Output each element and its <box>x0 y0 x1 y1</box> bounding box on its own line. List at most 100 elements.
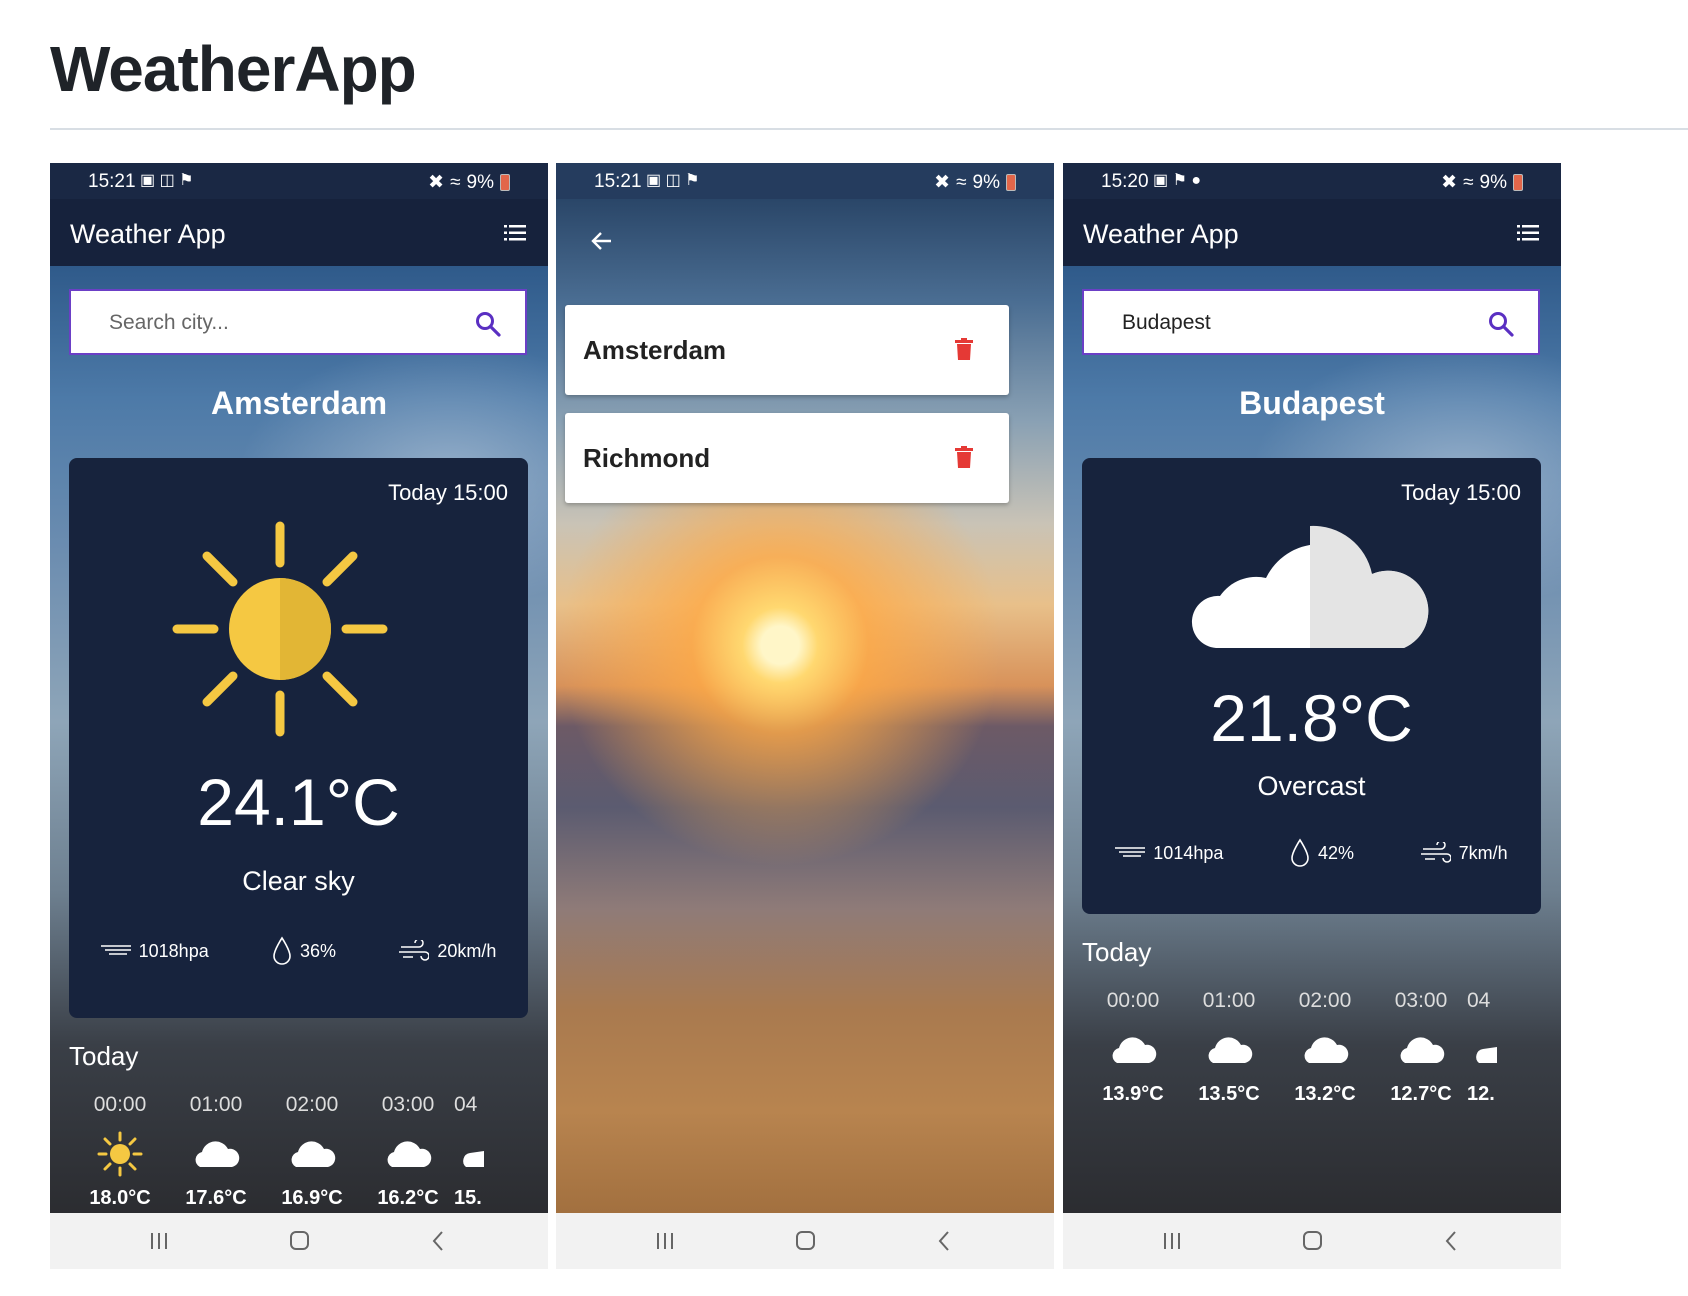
hour-time: 03:00 <box>1394 989 1448 1012</box>
home-icon[interactable] <box>284 1229 314 1253</box>
android-nav-bar <box>50 1213 548 1269</box>
status-bar: 15:21 ▣ ◫ ⚑ ✖ ≈ 9% <box>50 163 548 199</box>
sun-icon <box>97 1131 143 1177</box>
back-nav-icon[interactable] <box>930 1229 960 1253</box>
status-bar: 15:20 ▣ ⚑ ● ✖ ≈ 9% <box>1063 163 1561 199</box>
hour-temp: 12.7°C <box>1390 1083 1452 1105</box>
weather-description: Overcast <box>1257 771 1366 801</box>
sun-icon <box>172 521 388 737</box>
hour-time: 04 <box>454 1093 478 1116</box>
hour-time: 02:00 <box>1298 989 1352 1012</box>
wind-value: 7km/h <box>1458 842 1508 863</box>
battery-icon <box>1006 174 1016 191</box>
android-nav-bar <box>556 1213 1054 1269</box>
status-bar: 15:21 ▣ ◫ ⚑ ✖ ≈ 9% <box>556 163 1054 199</box>
city-name: Budapest <box>1239 385 1385 421</box>
pressure-icon <box>1115 847 1146 857</box>
cloud-icon <box>1400 1037 1445 1063</box>
pressure-stat: 1014hpa <box>1115 838 1223 868</box>
hour-item: 01:00 17.6°C <box>166 1093 266 1210</box>
hour-temp: 16.2°C <box>377 1187 439 1209</box>
hour-temp: 13.9°C <box>1102 1083 1164 1105</box>
trash-icon[interactable] <box>955 446 973 468</box>
hour-item: 04 15. <box>454 1093 514 1210</box>
droplet-icon <box>1291 838 1309 867</box>
weather-description: Clear sky <box>242 866 355 896</box>
hour-temp: 15. <box>454 1187 482 1209</box>
wind-icon <box>399 940 430 961</box>
status-right: ✖ ≈ 9% <box>934 171 1016 194</box>
hour-temp: 13.2°C <box>1294 1083 1356 1105</box>
phone-screen-budapest: 15:20 ▣ ⚑ ● ✖ ≈ 9% Weather App Budapest … <box>1063 163 1561 1269</box>
notification-icons: ▣ ⚑ ● <box>1153 172 1202 189</box>
app-title: Weather App <box>70 219 226 249</box>
hour-item: 03:00 12.7°C <box>1371 989 1471 1106</box>
cloud-icon <box>1304 1037 1349 1063</box>
forecast-date: Today 15:00 <box>1401 480 1521 505</box>
status-right: ✖ ≈ 9% <box>428 171 510 194</box>
home-icon[interactable] <box>1297 1229 1327 1253</box>
search-icon[interactable] <box>475 311 501 337</box>
app-title: Weather App <box>1083 219 1239 249</box>
back-arrow-icon[interactable] <box>590 229 614 253</box>
battery-label: 9% <box>1479 171 1507 193</box>
home-icon[interactable] <box>790 1229 820 1253</box>
cloud-icon <box>1112 1037 1157 1063</box>
hour-temp: 18.0°C <box>89 1187 151 1209</box>
humidity-value: 42% <box>1317 842 1355 863</box>
pressure-stat: 1018hpa <box>100 936 209 966</box>
wind-stat: 7km/h <box>1420 838 1508 868</box>
hour-item: 02:00 13.2°C <box>1275 989 1375 1106</box>
today-label: Today <box>69 1041 139 1071</box>
cloud-icon <box>1191 525 1429 648</box>
recent-apps-icon[interactable] <box>1157 1229 1187 1253</box>
saved-city-name: Amsterdam <box>583 335 727 365</box>
menu-list-icon[interactable] <box>1517 225 1539 241</box>
search-icon[interactable] <box>1488 311 1514 337</box>
title-divider <box>50 128 1688 130</box>
search-input[interactable] <box>107 305 451 341</box>
notification-icons: ▣ ◫ ⚑ <box>646 172 700 189</box>
phone-screen-saved-cities: 15:21 ▣ ◫ ⚑ ✖ ≈ 9% Amsterdam Richmond <box>556 163 1054 1269</box>
hour-item: 00:00 18.0°C <box>70 1093 170 1210</box>
search-box <box>1082 289 1540 355</box>
search-box <box>69 289 527 355</box>
droplet-icon <box>273 936 291 965</box>
forecast-date: Today 15:00 <box>388 480 508 505</box>
hour-time: 00:00 <box>1106 989 1160 1012</box>
status-time: 15:21 <box>88 171 136 192</box>
battery-icon <box>500 174 510 191</box>
phone-screen-amsterdam: 15:21 ▣ ◫ ⚑ ✖ ≈ 9% Weather App Amsterdam… <box>50 163 548 1269</box>
hour-temp: 12. <box>1467 1083 1495 1105</box>
trash-icon[interactable] <box>955 338 973 360</box>
saved-city-item[interactable]: Amsterdam <box>565 305 1009 395</box>
pressure-value: 1018hpa <box>138 940 209 961</box>
search-input[interactable] <box>1120 305 1464 341</box>
hourly-forecast: 00:00 18.0°C 01:00 17.6°C 02:00 16.9°C 0… <box>70 1093 548 1233</box>
app-bar: Weather App <box>50 199 548 266</box>
hour-item: 01:00 13.5°C <box>1179 989 1279 1106</box>
notification-icons: ▣ ◫ ⚑ <box>140 172 194 189</box>
wifi-icon: ≈ <box>450 171 461 193</box>
city-name: Amsterdam <box>210 385 388 421</box>
hour-item: 00:00 13.9°C <box>1083 989 1183 1106</box>
hourly-forecast: 00:00 13.9°C 01:00 13.5°C 02:00 13.2°C 0… <box>1083 989 1561 1129</box>
pressure-icon <box>100 945 131 955</box>
hour-time: 00:00 <box>93 1093 147 1116</box>
menu-list-icon[interactable] <box>504 225 526 241</box>
recent-apps-icon[interactable] <box>650 1229 680 1253</box>
today-label: Today <box>1082 937 1152 967</box>
saved-city-item[interactable]: Richmond <box>565 413 1009 503</box>
back-nav-icon[interactable] <box>424 1229 454 1253</box>
cloud-icon <box>463 1151 484 1167</box>
cloud-icon <box>195 1141 240 1167</box>
status-time: 15:21 <box>594 171 642 192</box>
humidity-stat: 42% <box>1290 838 1354 868</box>
hour-time: 01:00 <box>189 1093 243 1116</box>
recent-apps-icon[interactable] <box>144 1229 174 1253</box>
back-nav-icon[interactable] <box>1437 1229 1467 1253</box>
hour-temp: 13.5°C <box>1198 1083 1260 1105</box>
saved-city-name: Richmond <box>583 443 711 473</box>
weather-card: Today 15:00 21.8°C Overcast 1014hpa 42% … <box>1082 458 1541 914</box>
wifi-icon: ≈ <box>1463 171 1474 193</box>
